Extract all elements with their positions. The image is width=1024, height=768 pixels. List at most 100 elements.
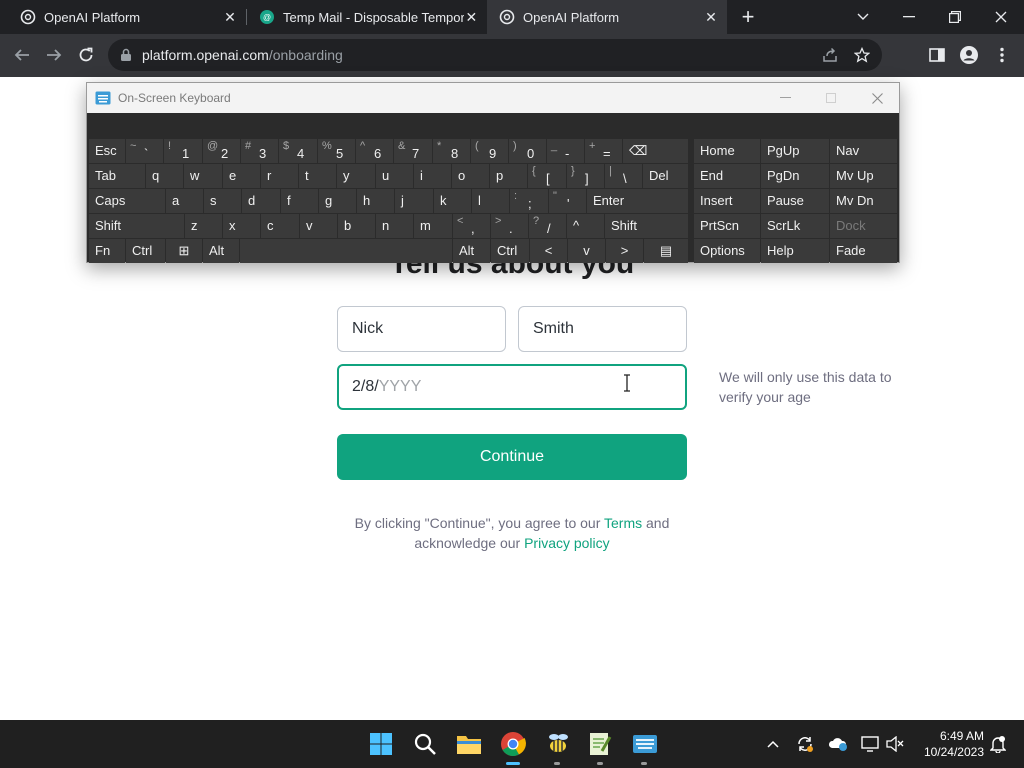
volume-muted-icon[interactable] — [885, 734, 905, 754]
osk-key--[interactable]: ▤ — [644, 239, 688, 263]
osk-key-scrlk[interactable]: ScrLk — [761, 214, 829, 238]
chrome-icon[interactable] — [499, 730, 527, 758]
osk-key-;[interactable]: :; — [510, 189, 548, 213]
osk-key-m[interactable]: m — [414, 214, 452, 238]
forward-icon[interactable] — [39, 40, 69, 70]
system-clock[interactable]: 6:49 AM 10/24/2023 — [912, 728, 984, 760]
osk-key-r[interactable]: r — [261, 164, 298, 188]
tab-close-icon[interactable]: ✕ — [703, 9, 719, 25]
osk-key--[interactable]: > — [606, 239, 643, 263]
osk-key-nav[interactable]: Nav — [830, 139, 897, 163]
osk-key-j[interactable]: j — [395, 189, 433, 213]
kebab-menu-icon[interactable] — [987, 40, 1017, 70]
osk-title-bar[interactable]: On-Screen Keyboard — [87, 83, 899, 113]
notification-bell-icon[interactable] — [988, 734, 1008, 754]
search-icon[interactable] — [411, 730, 439, 758]
osk-key-][interactable]: }] — [567, 164, 604, 188]
osk-key-i[interactable]: i — [414, 164, 451, 188]
osk-key-1[interactable]: ! 1 — [164, 139, 202, 163]
tab-close-icon[interactable]: ✕ — [464, 9, 479, 25]
osk-key-5[interactable]: % 5 — [318, 139, 355, 163]
osk-key-dock[interactable]: Dock — [830, 214, 897, 238]
osk-key-shift[interactable]: Shift — [89, 214, 184, 238]
osk-key-ctrl[interactable]: Ctrl — [126, 239, 165, 263]
osk-key--[interactable]: < — [530, 239, 567, 263]
osk-key-alt[interactable]: Alt — [203, 239, 239, 263]
osk-key-pgdn[interactable]: PgDn — [761, 164, 829, 188]
tab-search-chevron-icon[interactable] — [840, 0, 886, 34]
osk-maximize-icon[interactable] — [808, 83, 854, 113]
osk-key-prtscn[interactable]: PrtScn — [694, 214, 760, 238]
lock-icon[interactable] — [120, 48, 132, 62]
tray-overflow-chevron-icon[interactable] — [763, 734, 783, 754]
osk-key-help[interactable]: Help — [761, 239, 829, 263]
osk-key-fade[interactable]: Fade — [830, 239, 897, 263]
osk-key-esc[interactable]: Esc — [89, 139, 125, 163]
osk-key-s[interactable]: s — [204, 189, 241, 213]
osk-key-y[interactable]: y — [337, 164, 375, 188]
new-tab-button[interactable]: + — [736, 4, 760, 29]
restore-icon[interactable] — [932, 0, 978, 34]
bookmark-star-icon[interactable] — [853, 46, 871, 68]
osk-key-w[interactable]: w — [184, 164, 222, 188]
osk-key-\[interactable]: | \ — [605, 164, 642, 188]
osk-key-tab[interactable]: Tab — [89, 164, 145, 188]
osk-key-'[interactable]: " ' — [549, 189, 586, 213]
reload-icon[interactable] — [71, 40, 101, 70]
osk-key-v[interactable]: v — [300, 214, 337, 238]
osk-key-v[interactable]: v — [568, 239, 605, 263]
osk-key-`[interactable]: ~ ` — [126, 139, 163, 163]
osk-key-/[interactable]: ? / — [529, 214, 566, 238]
osk-key-8[interactable]: * 8 — [433, 139, 470, 163]
osk-key-l[interactable]: l — [472, 189, 509, 213]
osk-key-pause[interactable]: Pause — [761, 189, 829, 213]
bee-app-icon[interactable] — [544, 730, 572, 758]
osk-key--[interactable]: ⌫ — [623, 139, 688, 163]
osk-key-k[interactable]: k — [434, 189, 471, 213]
osk-key--[interactable]: ^ — [567, 214, 604, 238]
osk-minimize-icon[interactable] — [762, 83, 808, 113]
osk-key-p[interactable]: p — [490, 164, 527, 188]
continue-button[interactable]: Continue — [337, 434, 687, 480]
privacy-policy-link[interactable]: Privacy policy — [524, 535, 610, 551]
osk-key-options[interactable]: Options — [694, 239, 760, 263]
osk-key-e[interactable]: e — [223, 164, 260, 188]
osk-key-h[interactable]: h — [357, 189, 394, 213]
osk-key-,[interactable]: <, — [453, 214, 490, 238]
last-name-field[interactable]: Smith — [518, 306, 687, 352]
osk-key-space[interactable] — [240, 239, 452, 263]
osk-key-f[interactable]: f — [281, 189, 318, 213]
tab-close-icon[interactable]: ✕ — [222, 9, 238, 25]
birthday-field[interactable]: 2/8/YYYY — [337, 364, 687, 410]
osk-key-t[interactable]: t — [299, 164, 336, 188]
osk-key-.[interactable]: >. — [491, 214, 528, 238]
tab-openai-platform-1[interactable]: OpenAI Platform ✕ — [0, 0, 246, 34]
osk-key-enter[interactable]: Enter — [587, 189, 688, 213]
osk-key-caps[interactable]: Caps — [89, 189, 165, 213]
osk-key-a[interactable]: a — [166, 189, 203, 213]
osk-key-d[interactable]: d — [242, 189, 280, 213]
osk-key-shift[interactable]: Shift — [605, 214, 688, 238]
osk-key-o[interactable]: o — [452, 164, 489, 188]
osk-key-0[interactable]: ) 0 — [509, 139, 546, 163]
osk-key-fn[interactable]: Fn — [89, 239, 125, 263]
window-close-icon[interactable] — [978, 0, 1024, 34]
osk-key-pgup[interactable]: PgUp — [761, 139, 829, 163]
osk-key-b[interactable]: b — [338, 214, 375, 238]
tab-openai-platform-active[interactable]: OpenAI Platform ✕ — [487, 0, 727, 34]
osk-key--[interactable]: ⊞ — [166, 239, 202, 263]
sync-icon[interactable] — [795, 734, 815, 754]
osk-key-z[interactable]: z — [185, 214, 222, 238]
profile-avatar-icon[interactable] — [954, 40, 984, 70]
start-icon[interactable] — [367, 730, 395, 758]
osk-key-4[interactable]: $4 — [279, 139, 317, 163]
osk-key-[[interactable]: {[ — [528, 164, 566, 188]
osk-key-9[interactable]: (9 — [471, 139, 508, 163]
osk-key-g[interactable]: g — [319, 189, 356, 213]
first-name-field[interactable]: Nick — [337, 306, 506, 352]
side-panel-icon[interactable] — [922, 40, 952, 70]
osk-key-6[interactable]: ^ 6 — [356, 139, 393, 163]
osk-key-c[interactable]: c — [261, 214, 299, 238]
file-explorer-icon[interactable] — [455, 730, 483, 758]
osk-key-=[interactable]: + = — [585, 139, 622, 163]
